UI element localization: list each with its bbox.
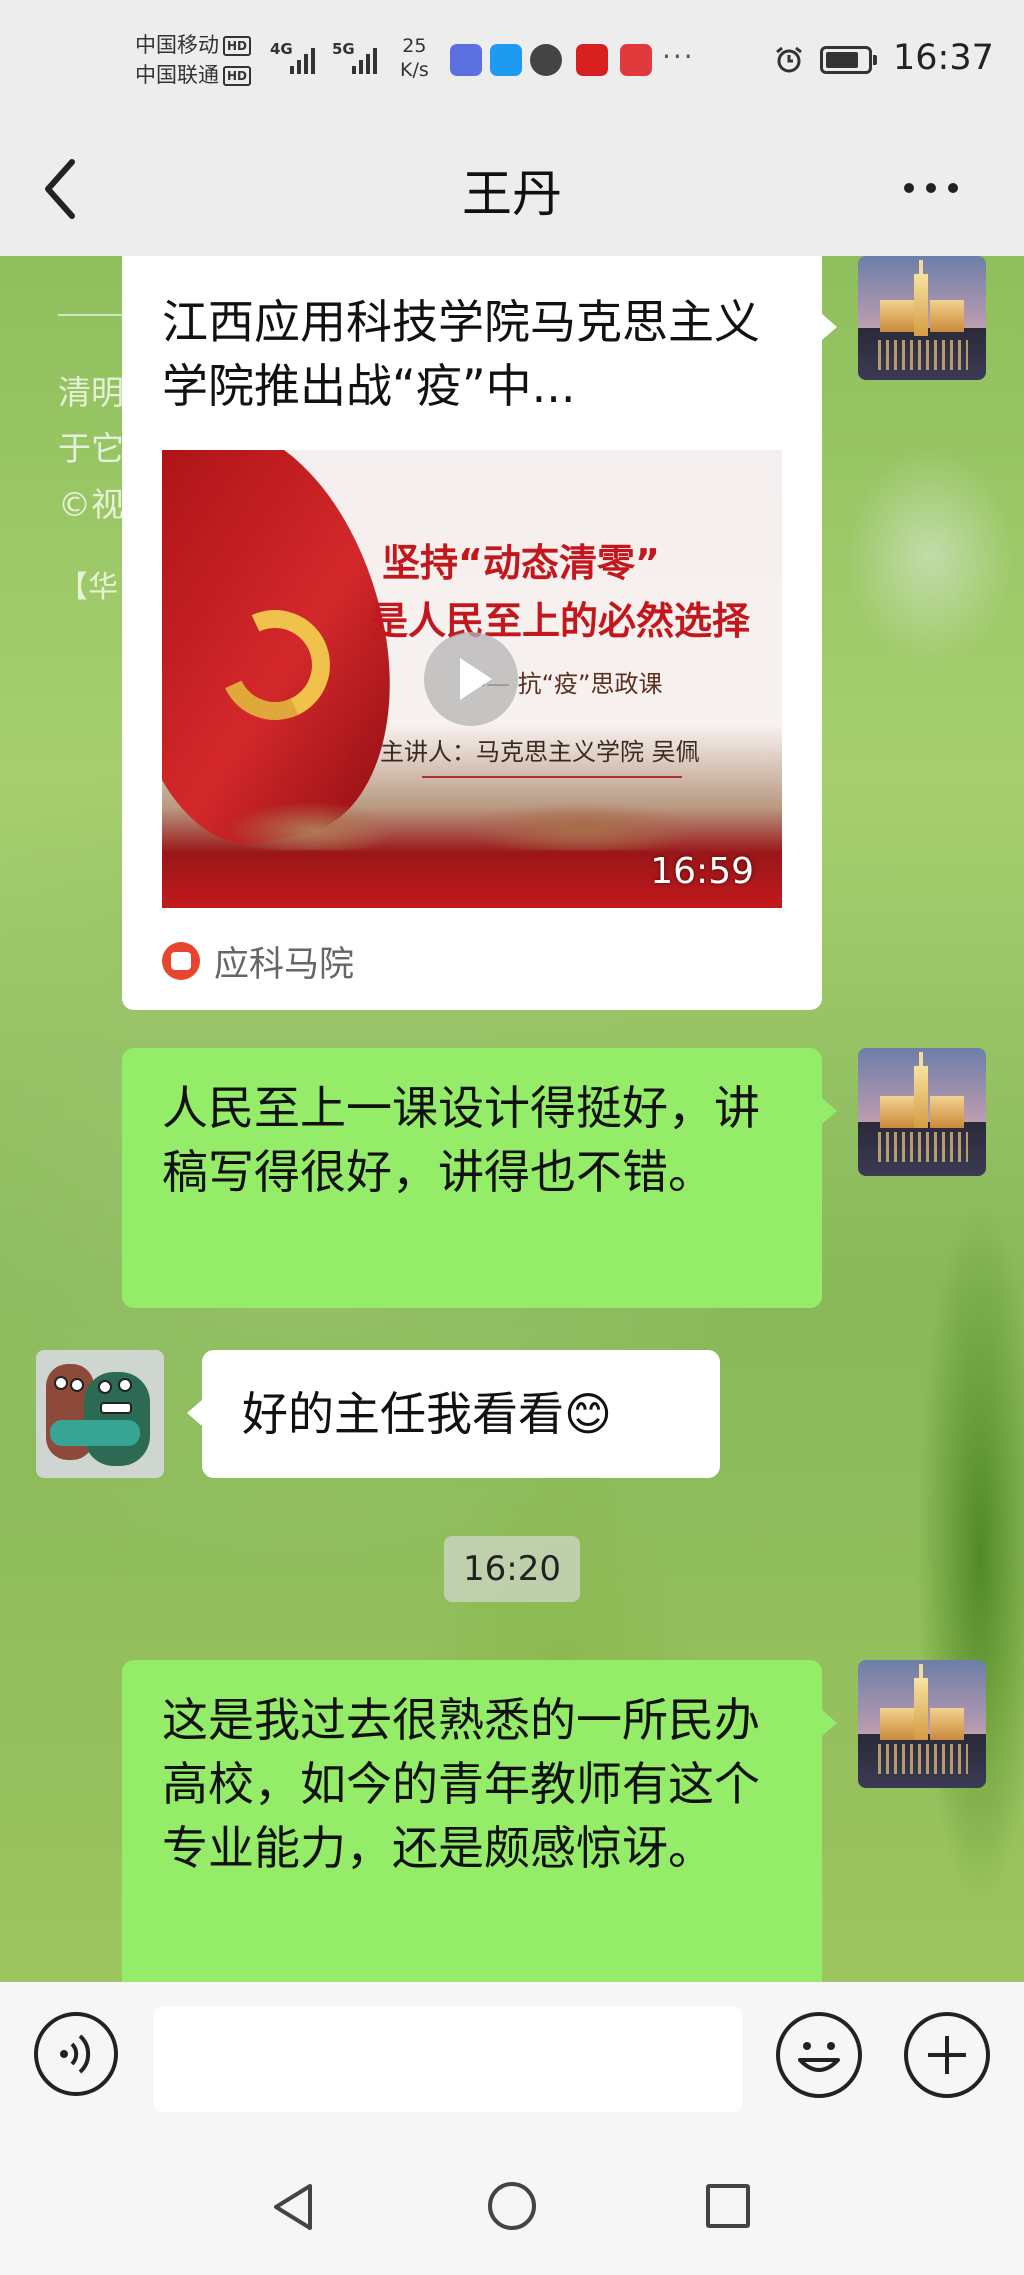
source-logo-icon [162, 942, 200, 980]
alarm-icon [776, 46, 802, 73]
article-title: 江西应用科技学院马克思主义学院推出战“疫”中... [162, 295, 760, 413]
bubble-tail [822, 1710, 837, 1736]
background-text-1: 清明 [58, 373, 124, 412]
hd-badge-2: HD [223, 66, 252, 86]
carrier-2: 中国联通 [135, 63, 219, 87]
thumbnail-rule [422, 776, 682, 778]
message-input-bar [0, 1982, 1024, 2138]
plus-icon [928, 2036, 966, 2074]
bubble-tail [187, 1400, 202, 1426]
background-text-3: ©视 [58, 485, 124, 524]
nav-back-icon[interactable] [268, 2182, 318, 2232]
search-app-icon [490, 44, 522, 76]
sent-message-bubble[interactable]: 人民至上一课设计得挺好，讲稿写得很好，讲得也不错。 [122, 1048, 822, 1308]
more-notifications-icon: ··· [662, 40, 695, 73]
system-navigation-bar [0, 2138, 1024, 2275]
message-text: 人民至上一课设计得挺好，讲稿写得很好，讲得也不错。 [162, 1081, 760, 1199]
nav-recents-icon[interactable] [706, 2184, 750, 2228]
more-functions-button[interactable] [904, 2012, 990, 2098]
carrier-info: 中国移动 HD 中国联通 HD [135, 30, 252, 90]
thumbnail-speaker: 主讲人：马克思主义学院 吴佩 [380, 738, 700, 766]
thumbnail-headline-2: 是人民至上的必然选择 [370, 599, 751, 643]
more-options-icon[interactable] [904, 168, 974, 208]
my-avatar[interactable] [858, 1660, 986, 1788]
signal-bars-1-icon [290, 44, 315, 74]
chat-title: 王丹 [462, 165, 562, 223]
shared-article-card[interactable]: 江西应用科技学院马克思主义学院推出战“疫”中... 坚持“动态清零” 是人民至上… [122, 256, 822, 1010]
chat-message-area[interactable]: 清明 于它 ©视 【华 江西应用科技学院马克思主义学院推出战“疫”中... 坚持… [0, 256, 1024, 1982]
music-app-icon [450, 44, 482, 76]
contact-avatar[interactable] [36, 1350, 164, 1478]
bubble-tail [822, 314, 837, 340]
play-icon[interactable] [424, 632, 518, 726]
hd-badge-1: HD [223, 36, 252, 56]
message-timestamp: 16:20 [444, 1536, 580, 1602]
mountain-graphic [162, 770, 782, 850]
background-text-4: 【华 [58, 570, 118, 605]
emoji-icon [798, 2042, 840, 2072]
background-text-2: 于它 [58, 429, 124, 468]
study-app-icon [576, 44, 608, 76]
video-duration: 16:59 [650, 851, 754, 892]
thumbnail-headline-1: 坚持“动态清零” [382, 541, 660, 585]
signal-bars-2-icon [352, 44, 377, 74]
message-text-input[interactable] [154, 2006, 742, 2112]
my-avatar[interactable] [858, 256, 986, 380]
voice-icon [60, 2034, 91, 2074]
sent-message-bubble[interactable]: 这是我过去很熟悉的一所民办高校，如今的青年教师有这个专业能力，还是颇感惊讶。 [122, 1660, 822, 1982]
voice-input-button[interactable] [34, 2012, 118, 2096]
bubble-tail [822, 1098, 837, 1124]
nav-home-icon[interactable] [488, 2182, 536, 2230]
article-source: 应科马院 [214, 945, 355, 985]
video-thumbnail[interactable]: 坚持“动态清零” 是人民至上的必然选择 —— 抗“疫”思政课 主讲人：马克思主义… [162, 450, 782, 908]
reader-app-icon [620, 44, 652, 76]
chat-header: 王丹 [0, 124, 1024, 256]
emoji-button[interactable] [776, 2012, 862, 2098]
message-text: 这是我过去很熟悉的一所民办高校，如今的青年教师有这个专业能力，还是颇感惊讶。 [162, 1693, 760, 1875]
status-time: 16:37 [893, 38, 994, 78]
network-speed: 25 K/s [400, 35, 429, 81]
my-avatar[interactable] [858, 1048, 986, 1176]
received-message-bubble[interactable]: 好的主任我看看😊 [202, 1350, 720, 1478]
background-divider [58, 314, 128, 316]
battery-icon [820, 46, 877, 74]
browser-app-icon [530, 44, 562, 76]
carrier-1: 中国移动 [135, 33, 219, 57]
message-text: 好的主任我看看😊 [242, 1387, 612, 1441]
status-bar: 中国移动 HD 中国联通 HD 4G 5G 25 K/s ··· 16:37 [0, 0, 1024, 124]
